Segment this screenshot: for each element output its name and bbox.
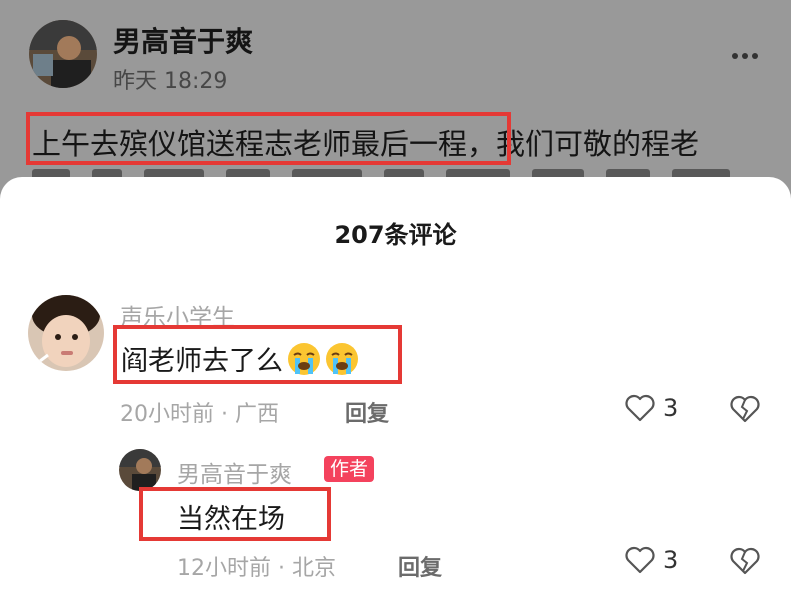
post-author-avatar[interactable]: [29, 20, 97, 88]
broken-heart-icon[interactable]: [730, 547, 760, 575]
commenter-avatar[interactable]: [28, 295, 104, 371]
reply-button[interactable]: 回复: [398, 550, 442, 582]
more-horizontal-icon[interactable]: [731, 52, 759, 60]
highlight-box: [26, 112, 511, 165]
heart-icon: [625, 394, 655, 422]
like-count: 3: [663, 394, 679, 422]
reply-author-avatar[interactable]: [119, 449, 161, 491]
reply-meta: 12小时前 · 北京: [177, 556, 336, 581]
like-button[interactable]: 3: [625, 394, 678, 422]
like-count: 3: [663, 546, 679, 574]
post-timestamp: 昨天 18:29: [113, 69, 228, 94]
post-card: 男高音于爽 昨天 18:29 上午去殡仪馆送程志老师最后一程，我们可敬的程老: [0, 0, 791, 200]
reply-button[interactable]: 回复: [345, 396, 389, 428]
reply-author-name[interactable]: 男高音于爽: [177, 455, 292, 489]
comment-sheet: 207条评论 声乐小学生 阎老师去了么 20小时前 · 广西 回复 3 男高音于…: [0, 177, 791, 591]
broken-heart-icon[interactable]: [730, 395, 760, 423]
comment-meta: 20小时前 · 广西: [120, 402, 279, 427]
heart-icon: [625, 546, 655, 574]
comment-count-title: 207条评论: [334, 221, 457, 249]
like-button[interactable]: 3: [625, 546, 678, 574]
highlight-box: [139, 487, 331, 541]
author-badge: 作者: [324, 456, 375, 482]
highlight-box: [113, 325, 402, 384]
post-author-name[interactable]: 男高音于爽: [113, 20, 253, 60]
